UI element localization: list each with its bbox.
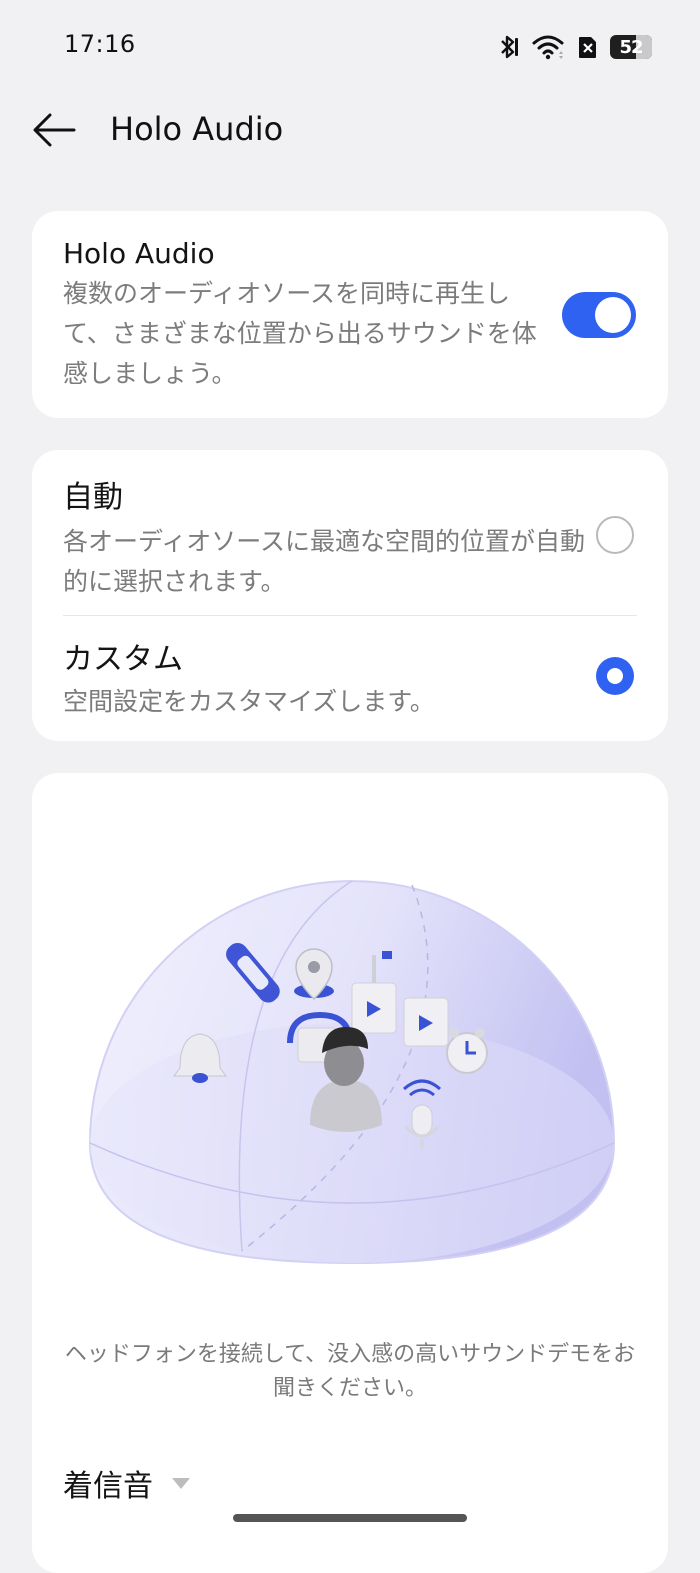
holo-audio-card: Holo Audio 複数のオーディオソースを同時に再生して、さまざまな位置から…	[32, 211, 668, 418]
dropdown-arrow-icon	[172, 1478, 190, 1489]
status-icons: 52	[496, 32, 652, 62]
page-title: Holo Audio	[110, 110, 284, 148]
ringtone-label: 着信音	[63, 1469, 153, 1504]
option-custom[interactable]: カスタム 空間設定をカスタマイズします。	[63, 634, 593, 722]
holo-audio-toggle[interactable]	[562, 292, 636, 338]
header: Holo Audio	[0, 92, 700, 168]
toggle-knob	[595, 297, 631, 333]
ringtone-selector[interactable]: 着信音	[63, 1461, 191, 1505]
holo-audio-title: Holo Audio	[63, 237, 215, 270]
radio-custom[interactable]	[596, 657, 634, 695]
option-custom-description: 空間設定をカスタマイズします。	[63, 687, 435, 716]
wifi-icon	[532, 35, 564, 60]
sim-off-icon	[579, 37, 596, 58]
option-auto[interactable]: 自動 各オーディオソースに最適な空間的位置が自動的に選択されます。	[63, 472, 593, 602]
holo-audio-setting: Holo Audio 複数のオーディオソースを同時に再生して、さまざまな位置から…	[63, 237, 543, 394]
demo-hint: ヘッドフォンを接続して、没入感の高いサウンドデモをお聞きください。	[64, 1342, 636, 1401]
video-box-icon-2	[403, 997, 449, 1047]
battery-level: 52	[619, 36, 643, 58]
location-pin-icon	[294, 948, 334, 1001]
demo-card: ヘッドフォンを接続して、没入感の高いサウンドデモをお聞きください。 着信音	[32, 773, 668, 1573]
holo-audio-description: 複数のオーディオソースを同時に再生して、さまざまな位置から出るサウンドを体感しま…	[63, 279, 537, 388]
home-indicator[interactable]	[233, 1514, 467, 1522]
option-auto-title: 自動	[63, 480, 123, 515]
divider	[63, 615, 637, 616]
status-bar: 17:16 52	[0, 0, 700, 92]
radio-auto[interactable]	[596, 516, 634, 554]
option-custom-title: カスタム	[63, 642, 183, 677]
alarm-clock-icon	[446, 1028, 488, 1074]
battery-icon: 52	[610, 35, 652, 59]
back-button[interactable]	[30, 108, 78, 152]
status-time: 17:16	[64, 30, 136, 58]
arrow-left-icon	[33, 113, 76, 147]
bluetooth-icon	[501, 35, 518, 59]
spatial-audio-illustration	[82, 843, 622, 1273]
option-auto-description: 各オーディオソースに最適な空間的位置が自動的に選択されます。	[63, 527, 586, 596]
mode-card: 自動 各オーディオソースに最適な空間的位置が自動的に選択されます。 カスタム 空…	[32, 450, 668, 741]
